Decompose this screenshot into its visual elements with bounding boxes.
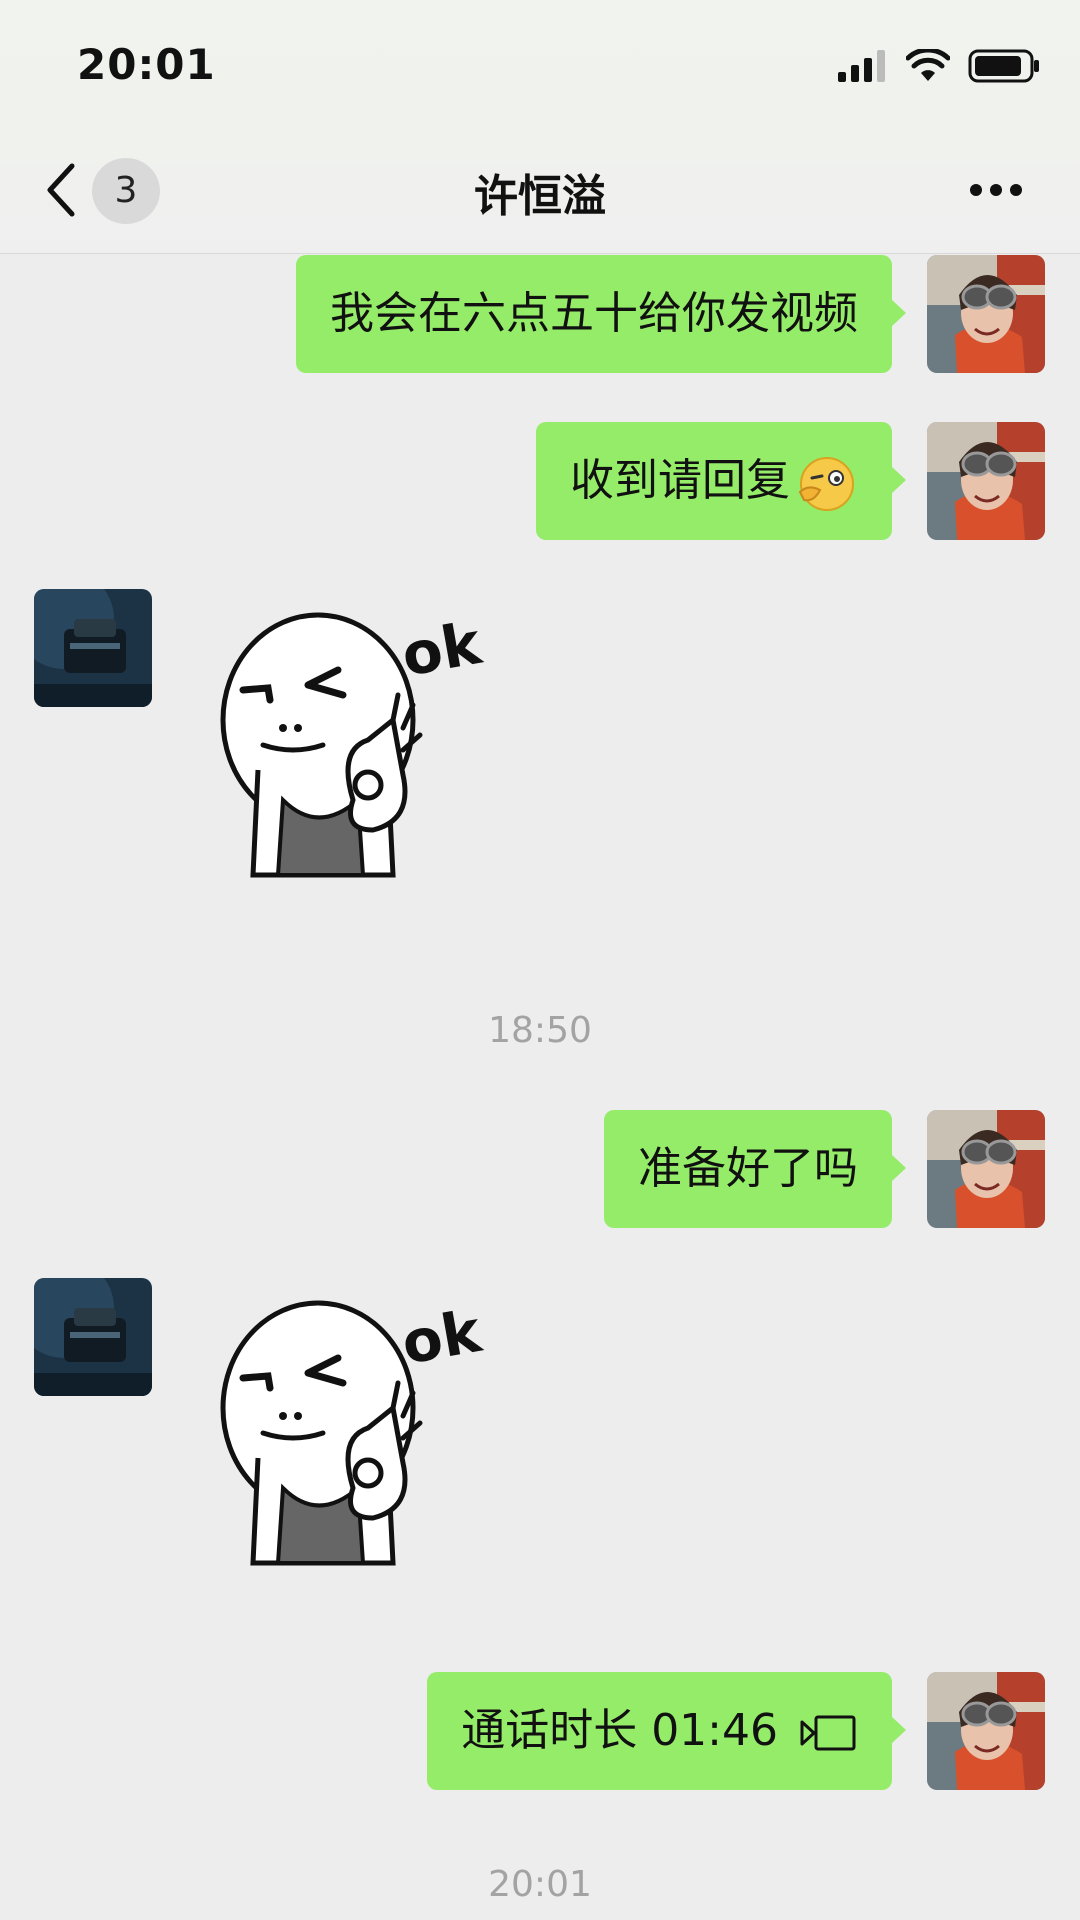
- more-options-icon[interactable]: [968, 180, 1024, 200]
- call-record-bubble[interactable]: 通话时长 01:46: [427, 1672, 906, 1790]
- message-bubble[interactable]: 准备好了吗: [604, 1110, 906, 1228]
- self-avatar[interactable]: [927, 1110, 1045, 1228]
- chat-header: 20:01 3 许恒溢: [0, 0, 1080, 254]
- battery-icon: [968, 49, 1039, 83]
- self-avatar[interactable]: [927, 255, 1045, 373]
- message-bubble[interactable]: 收到请回复: [536, 422, 906, 540]
- peer-avatar[interactable]: [34, 1278, 152, 1396]
- status-icons: [838, 48, 1040, 84]
- wink-emoji-icon: [798, 457, 854, 511]
- call-duration-text: 通话时长 01:46: [461, 1705, 778, 1756]
- status-time: 20:01: [77, 40, 216, 89]
- self-avatar[interactable]: [927, 422, 1045, 540]
- timestamp: 20:01: [488, 1864, 592, 1905]
- peer-avatar[interactable]: [34, 589, 152, 707]
- message-bubble[interactable]: 我会在六点五十给你发视频: [296, 255, 906, 373]
- sticker-ok-text: ok: [397, 609, 487, 690]
- wifi-icon: [906, 49, 950, 81]
- ok-sticker[interactable]: ok: [198, 1288, 518, 1588]
- self-avatar[interactable]: [927, 1672, 1045, 1790]
- sticker-ok-text: ok: [397, 1297, 487, 1378]
- message-text: 收到请回复: [570, 455, 790, 506]
- signal-icon: [838, 50, 885, 82]
- ok-sticker[interactable]: ok: [198, 600, 518, 900]
- chat-title: 许恒溢: [474, 171, 606, 222]
- timestamp: 18:50: [488, 1010, 592, 1051]
- video-call-icon: [800, 1715, 856, 1751]
